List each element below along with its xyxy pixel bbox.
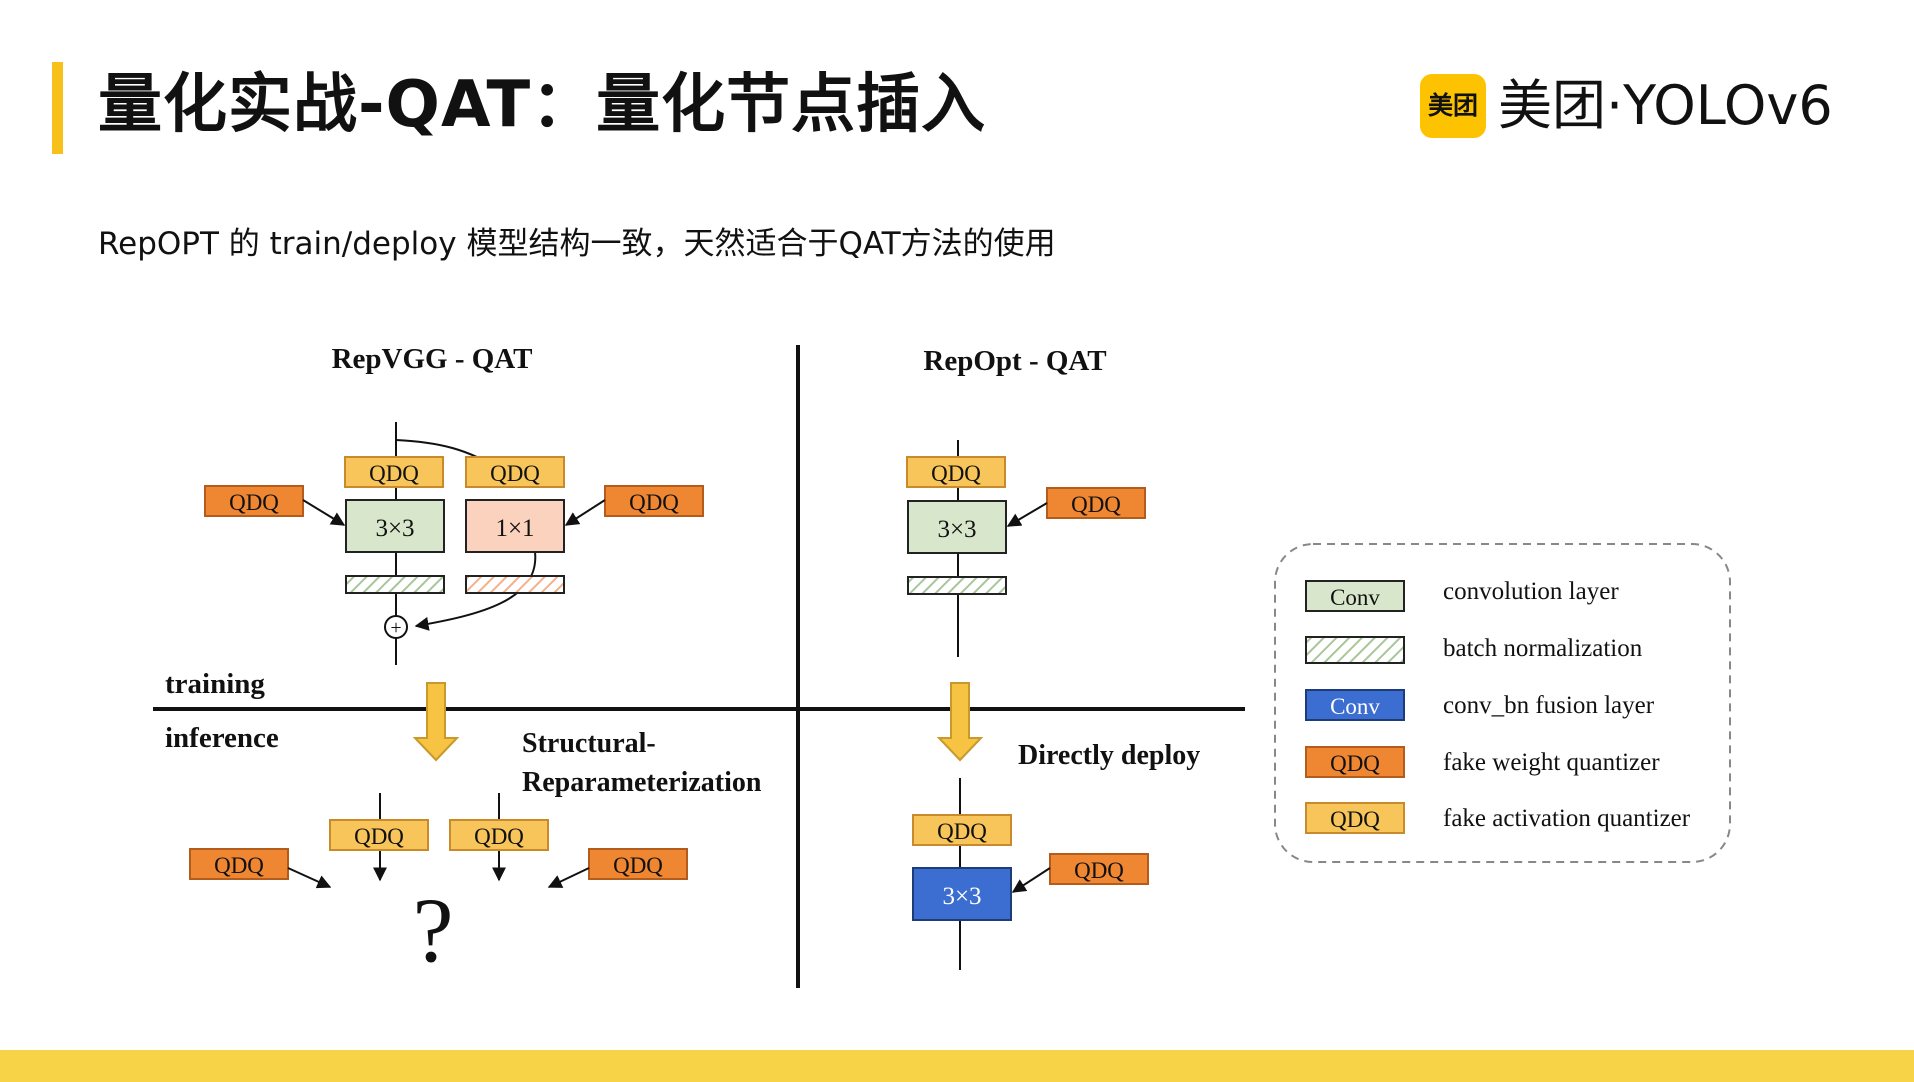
legend-swatch-bn — [1305, 636, 1405, 664]
batch-norm-repopt — [907, 576, 1007, 595]
legend-item-fused: Conv conv_bn fusion layer — [1305, 689, 1655, 721]
legend-item-weight-quantizer: QDQ fake weight quantizer — [1305, 746, 1660, 778]
batch-norm-3x3 — [345, 575, 445, 594]
qdq-activation-inference-a: QDQ — [329, 819, 429, 851]
svg-text:+: + — [390, 617, 401, 639]
qdq-weight-3x3: QDQ — [204, 485, 304, 517]
svg-text:3×3: 3×3 — [937, 516, 976, 543]
qdq-activation-repopt-deploy: QDQ — [912, 814, 1012, 846]
svg-text:QDQ: QDQ — [474, 824, 524, 849]
svg-text:fake weight quantizer: fake weight quantizer — [1443, 749, 1660, 776]
qdq-activation-inference-b: QDQ — [449, 819, 549, 851]
qdq-activation-repopt-train: QDQ — [906, 456, 1006, 488]
structural-reparam-arrow — [412, 682, 460, 762]
svg-text:QDQ: QDQ — [613, 853, 663, 878]
inference-label: inference — [165, 722, 279, 754]
svg-text:QDQ: QDQ — [229, 490, 279, 515]
svg-text:QDQ: QDQ — [1071, 492, 1121, 517]
svg-text:QDQ: QDQ — [369, 461, 419, 486]
svg-text:QDQ: QDQ — [1330, 807, 1380, 832]
qat-diagram: RepVGG - QAT RepOpt - QAT training infer… — [153, 343, 1731, 988]
conv-3x3-repopt-train: 3×3 — [907, 500, 1007, 554]
repopt-training-block: QDQ 3×3 QDQ — [906, 440, 1146, 657]
qdq-activation-3x3: QDQ — [344, 456, 444, 488]
legend-item-bn: batch normalization — [1305, 635, 1643, 664]
structural-reparam-label: Structural- Reparameterization — [522, 728, 762, 798]
legend-item-activation-quantizer: QDQ fake activation quantizer — [1305, 802, 1691, 834]
svg-text:batch normalization: batch normalization — [1443, 635, 1643, 662]
svg-text:Conv: Conv — [1330, 585, 1380, 610]
svg-text:QDQ: QDQ — [937, 819, 987, 844]
batch-norm-1x1 — [465, 575, 565, 594]
svg-text:3×3: 3×3 — [942, 883, 981, 910]
svg-text:QDQ: QDQ — [214, 853, 264, 878]
svg-text:convolution layer: convolution layer — [1443, 578, 1619, 605]
unknown-structure-mark: ? — [413, 879, 454, 981]
repopt-inference-block: QDQ 3×3 QDQ — [912, 778, 1149, 970]
direct-deploy-arrow — [936, 682, 984, 762]
qdq-weight-inference-b: QDQ — [588, 848, 688, 880]
repopt-qat-title: RepOpt - QAT — [923, 345, 1106, 377]
repvgg-inference-block: QDQ QDQ QDQ QDQ ? — [189, 793, 688, 981]
fused-conv-3x3: 3×3 — [912, 867, 1012, 921]
svg-text:3×3: 3×3 — [375, 515, 414, 542]
repvgg-qat-title: RepVGG - QAT — [332, 343, 533, 375]
qdq-weight-repopt-deploy: QDQ — [1049, 853, 1149, 885]
svg-text:conv_bn fusion layer: conv_bn fusion layer — [1443, 692, 1655, 719]
repvgg-training-block: QDQ QDQ 3×3 1×1 + QDQ QDQ — [204, 422, 704, 665]
training-label: training — [165, 668, 265, 700]
svg-text:fake activation quantizer: fake activation quantizer — [1443, 805, 1691, 832]
qdq-weight-repopt-train: QDQ — [1046, 487, 1146, 519]
svg-text:QDQ: QDQ — [1074, 858, 1124, 883]
footer-accent-bar — [0, 1050, 1914, 1082]
svg-text:QDQ: QDQ — [490, 461, 540, 486]
directly-deploy-label: Directly deploy — [1018, 740, 1200, 771]
conv-1x1-block: 1×1 — [465, 499, 565, 553]
svg-text:1×1: 1×1 — [495, 515, 534, 542]
svg-text:QDQ: QDQ — [354, 824, 404, 849]
svg-text:QDQ: QDQ — [1330, 751, 1380, 776]
svg-text:Conv: Conv — [1330, 694, 1380, 719]
qdq-weight-1x1: QDQ — [604, 485, 704, 517]
qdq-weight-inference-a: QDQ — [189, 848, 289, 880]
svg-text:QDQ: QDQ — [629, 490, 679, 515]
qdq-activation-1x1: QDQ — [465, 456, 565, 488]
conv-3x3-block: 3×3 — [345, 499, 445, 553]
svg-text:QDQ: QDQ — [931, 461, 981, 486]
slide: 量化实战-QAT：量化节点插入 美团 美团·YOLOv6 RepOPT 的 tr… — [0, 0, 1914, 1082]
legend: Conv convolution layer batch normalizati… — [1274, 543, 1731, 863]
add-node: + — [384, 615, 408, 639]
